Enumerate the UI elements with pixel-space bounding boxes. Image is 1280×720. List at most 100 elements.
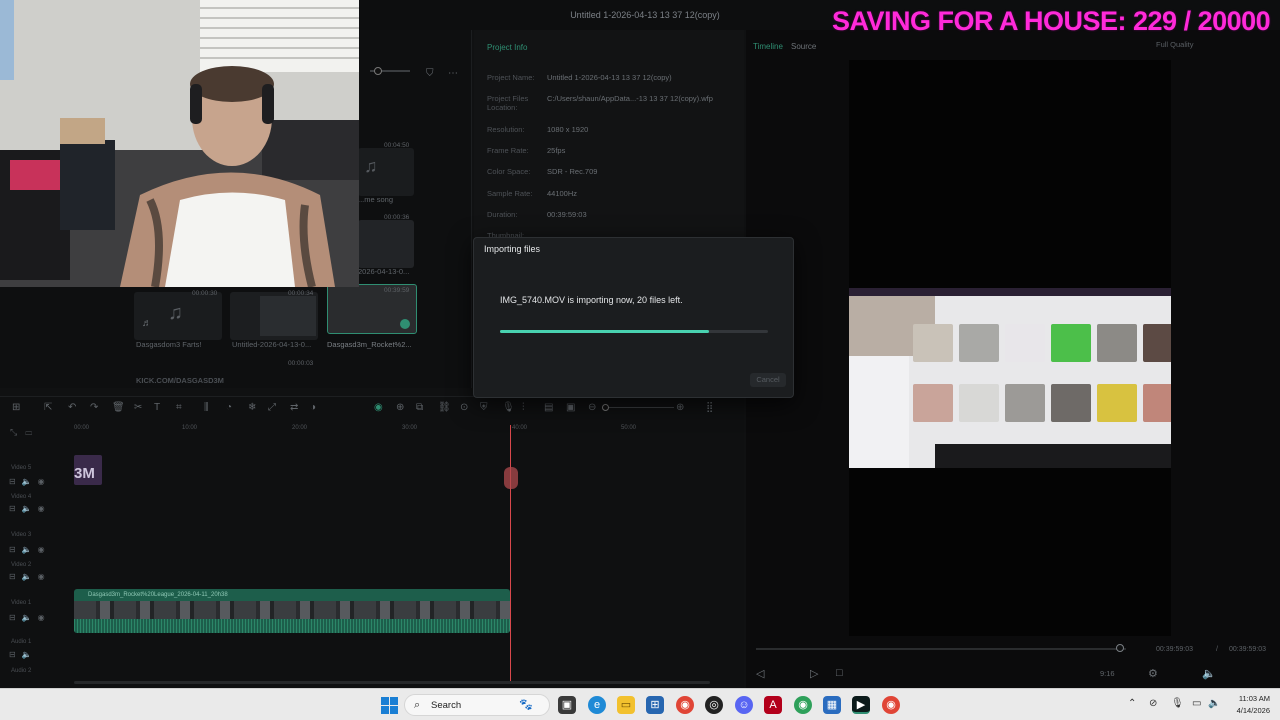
mic-icon[interactable]: 🎙 — [502, 402, 515, 413]
file-explorer-icon[interactable]: ▭ — [617, 696, 635, 714]
media-thumb-selected[interactable]: 00:39:59 — [327, 284, 417, 334]
taskbar-search[interactable]: ⌕ Search 🐾 — [404, 694, 550, 716]
volume-icon[interactable]: 🔈 — [1202, 667, 1216, 680]
previous-frame-icon[interactable]: ◁ — [756, 667, 764, 680]
layers-icon[interactable]: ⧉ — [416, 402, 423, 413]
speed-icon[interactable]: ◔ — [226, 402, 232, 413]
time-separator: / — [1216, 646, 1218, 653]
delete-icon[interactable]: 🗑 — [112, 402, 125, 413]
media-duration: 00:00:30 — [192, 290, 218, 297]
edge-icon[interactable]: e — [588, 696, 606, 714]
mixer-icon[interactable]: ⫶ — [522, 402, 525, 413]
microphone-icon[interactable]: 🎙 — [1171, 698, 1184, 709]
tracks-icon[interactable]: ⣿ — [706, 402, 713, 413]
track-label: Video 5 — [11, 465, 32, 471]
media-thumb[interactable]: 00:00:34 — [230, 290, 318, 340]
track-controls[interactable]: ⊟🔈◉ — [9, 477, 51, 486]
clip-waveform — [74, 619, 510, 633]
ai-icon[interactable]: ▣ — [566, 402, 575, 413]
snap-icon[interactable]: ◉ — [374, 402, 383, 413]
media-thumb[interactable]: ♬ ♫ 00:00:30 — [134, 290, 222, 340]
search-placeholder: Search — [431, 700, 462, 711]
preview-progress-track[interactable] — [756, 648, 1126, 650]
task-view-icon[interactable]: ▣ — [558, 696, 576, 714]
zoom-out-icon[interactable]: ⊖ — [588, 402, 596, 413]
crop-icon[interactable]: ⌗ — [176, 402, 182, 413]
taskbar: ⌕ Search 🐾 ▣ e ▭ ⊞ ◉ ◎ ☺ A ◉ ▦ ▶ ◉ ⌃ ⊘ 🎙… — [0, 688, 1280, 720]
quality-dropdown[interactable]: Full Quality — [1156, 40, 1194, 49]
app-window: Untitled 1-2026-04-13 13 37 12(copy) ⛉ ⋯… — [0, 0, 1280, 688]
tray-chevron-icon[interactable]: ⌃ — [1128, 698, 1136, 709]
aspect-ratio[interactable]: 9:16 — [1100, 669, 1115, 678]
timeline-clip-small[interactable]: 3M — [74, 455, 102, 485]
audio-icon: ♬ — [142, 318, 152, 329]
timeline-ruler[interactable]: 00:00 10:00 20:00 30:00 40:00 50:00 — [72, 423, 732, 437]
track-label: Audio 1 — [11, 639, 32, 645]
zoom-slider-knob[interactable] — [374, 67, 382, 75]
import-dialog: Importing files IMG_5740.MOV is importin… — [473, 237, 794, 398]
playhead-handle[interactable] — [504, 467, 518, 489]
color-icon[interactable]: ◑ — [310, 402, 316, 413]
preview-tile — [1051, 324, 1091, 362]
info-value: 1080 x 1920 — [547, 125, 589, 134]
speaker-icon[interactable]: 🔈 — [1208, 698, 1220, 709]
chrome-icon[interactable]: ◉ — [676, 696, 694, 714]
timeline-scrollbar[interactable] — [74, 681, 710, 684]
clock-time[interactable]: 11:03 AM — [1224, 694, 1270, 703]
check-icon — [400, 319, 410, 329]
timeline-clip-main[interactable]: Dasgasd3m_Rocket%20League_2026-04-11_20h… — [74, 589, 510, 633]
track-controls[interactable]: ⊟🔈◉ — [9, 572, 51, 581]
track-controls[interactable]: ⊟🔈◉ — [9, 613, 51, 622]
playhead[interactable] — [510, 425, 511, 681]
discord-icon[interactable]: ☺ — [735, 696, 753, 714]
grid-icon[interactable]: ⊞ — [12, 402, 20, 413]
import-progress-bar — [500, 330, 768, 333]
filmora-icon[interactable]: ▶ — [852, 696, 870, 714]
zoom-in-icon[interactable]: ⊕ — [676, 402, 684, 413]
tab-source[interactable]: Source — [791, 42, 816, 51]
text-icon[interactable]: T — [154, 402, 160, 413]
track-tools[interactable]: ⤡▭ — [10, 427, 40, 438]
clock-date[interactable]: 4/14/2026 — [1224, 706, 1270, 715]
captions-icon[interactable]: ▤ — [544, 402, 553, 413]
info-key: Color Space: — [487, 167, 531, 176]
tray-network-icon[interactable]: ⊘ — [1149, 698, 1157, 709]
timeline-zoom-slider[interactable] — [604, 407, 674, 408]
media-thumb[interactable]: ♫ 00:04:50 — [358, 142, 414, 196]
filter-icon[interactable]: ⛉ — [426, 68, 434, 79]
stop-icon[interactable]: □ — [836, 667, 843, 679]
tab-timeline[interactable]: Timeline — [753, 42, 783, 51]
ruler-label: 20:00 — [292, 425, 308, 431]
select-icon[interactable]: ⇱ — [44, 402, 52, 413]
obs-icon[interactable]: ◎ — [705, 696, 723, 714]
more-options-icon[interactable]: ⋯ — [448, 68, 458, 79]
store-icon[interactable]: ⊞ — [646, 696, 664, 714]
undo-icon[interactable]: ↶ — [68, 402, 76, 413]
marker-icon[interactable]: ⊕ — [396, 402, 404, 413]
windows-start-icon[interactable] — [381, 697, 398, 714]
media-thumb[interactable]: 00:00:36 — [358, 214, 414, 268]
track-controls[interactable]: ⊟🔈 — [9, 650, 38, 659]
settings-icon[interactable]: ⚙ — [1148, 667, 1158, 680]
split-icon[interactable]: ⫼ — [204, 402, 209, 413]
redo-icon[interactable]: ↷ — [90, 402, 98, 413]
cut-icon[interactable]: ✂ — [134, 402, 142, 413]
photos-icon[interactable]: ▦ — [823, 696, 841, 714]
display-icon[interactable]: ▭ — [1192, 698, 1201, 709]
timeline-zoom-knob[interactable] — [602, 404, 609, 411]
cancel-button[interactable]: Cancel — [750, 373, 786, 387]
acrobat-icon[interactable]: A — [764, 696, 782, 714]
link-icon[interactable]: ⛓ — [438, 402, 451, 413]
preview-progress-knob[interactable] — [1116, 644, 1124, 652]
export-icon[interactable]: ⤢ — [268, 402, 276, 413]
window-title: Untitled 1-2026-04-13 13 37 12(copy) — [570, 10, 720, 20]
play-icon[interactable]: ▷ — [810, 667, 818, 680]
chrome-profile-icon[interactable]: ◉ — [794, 696, 812, 714]
track-controls[interactable]: ⊟🔈◉ — [9, 504, 51, 513]
translate-icon[interactable]: ⇄ — [290, 402, 298, 413]
chrome-alt-icon[interactable]: ◉ — [882, 696, 900, 714]
motion-icon[interactable]: ⊙ — [460, 402, 468, 413]
shield-icon[interactable]: ⛨ — [480, 402, 488, 413]
track-controls[interactable]: ⊟🔈◉ — [9, 545, 51, 554]
freeze-icon[interactable]: ❄ — [248, 402, 256, 413]
